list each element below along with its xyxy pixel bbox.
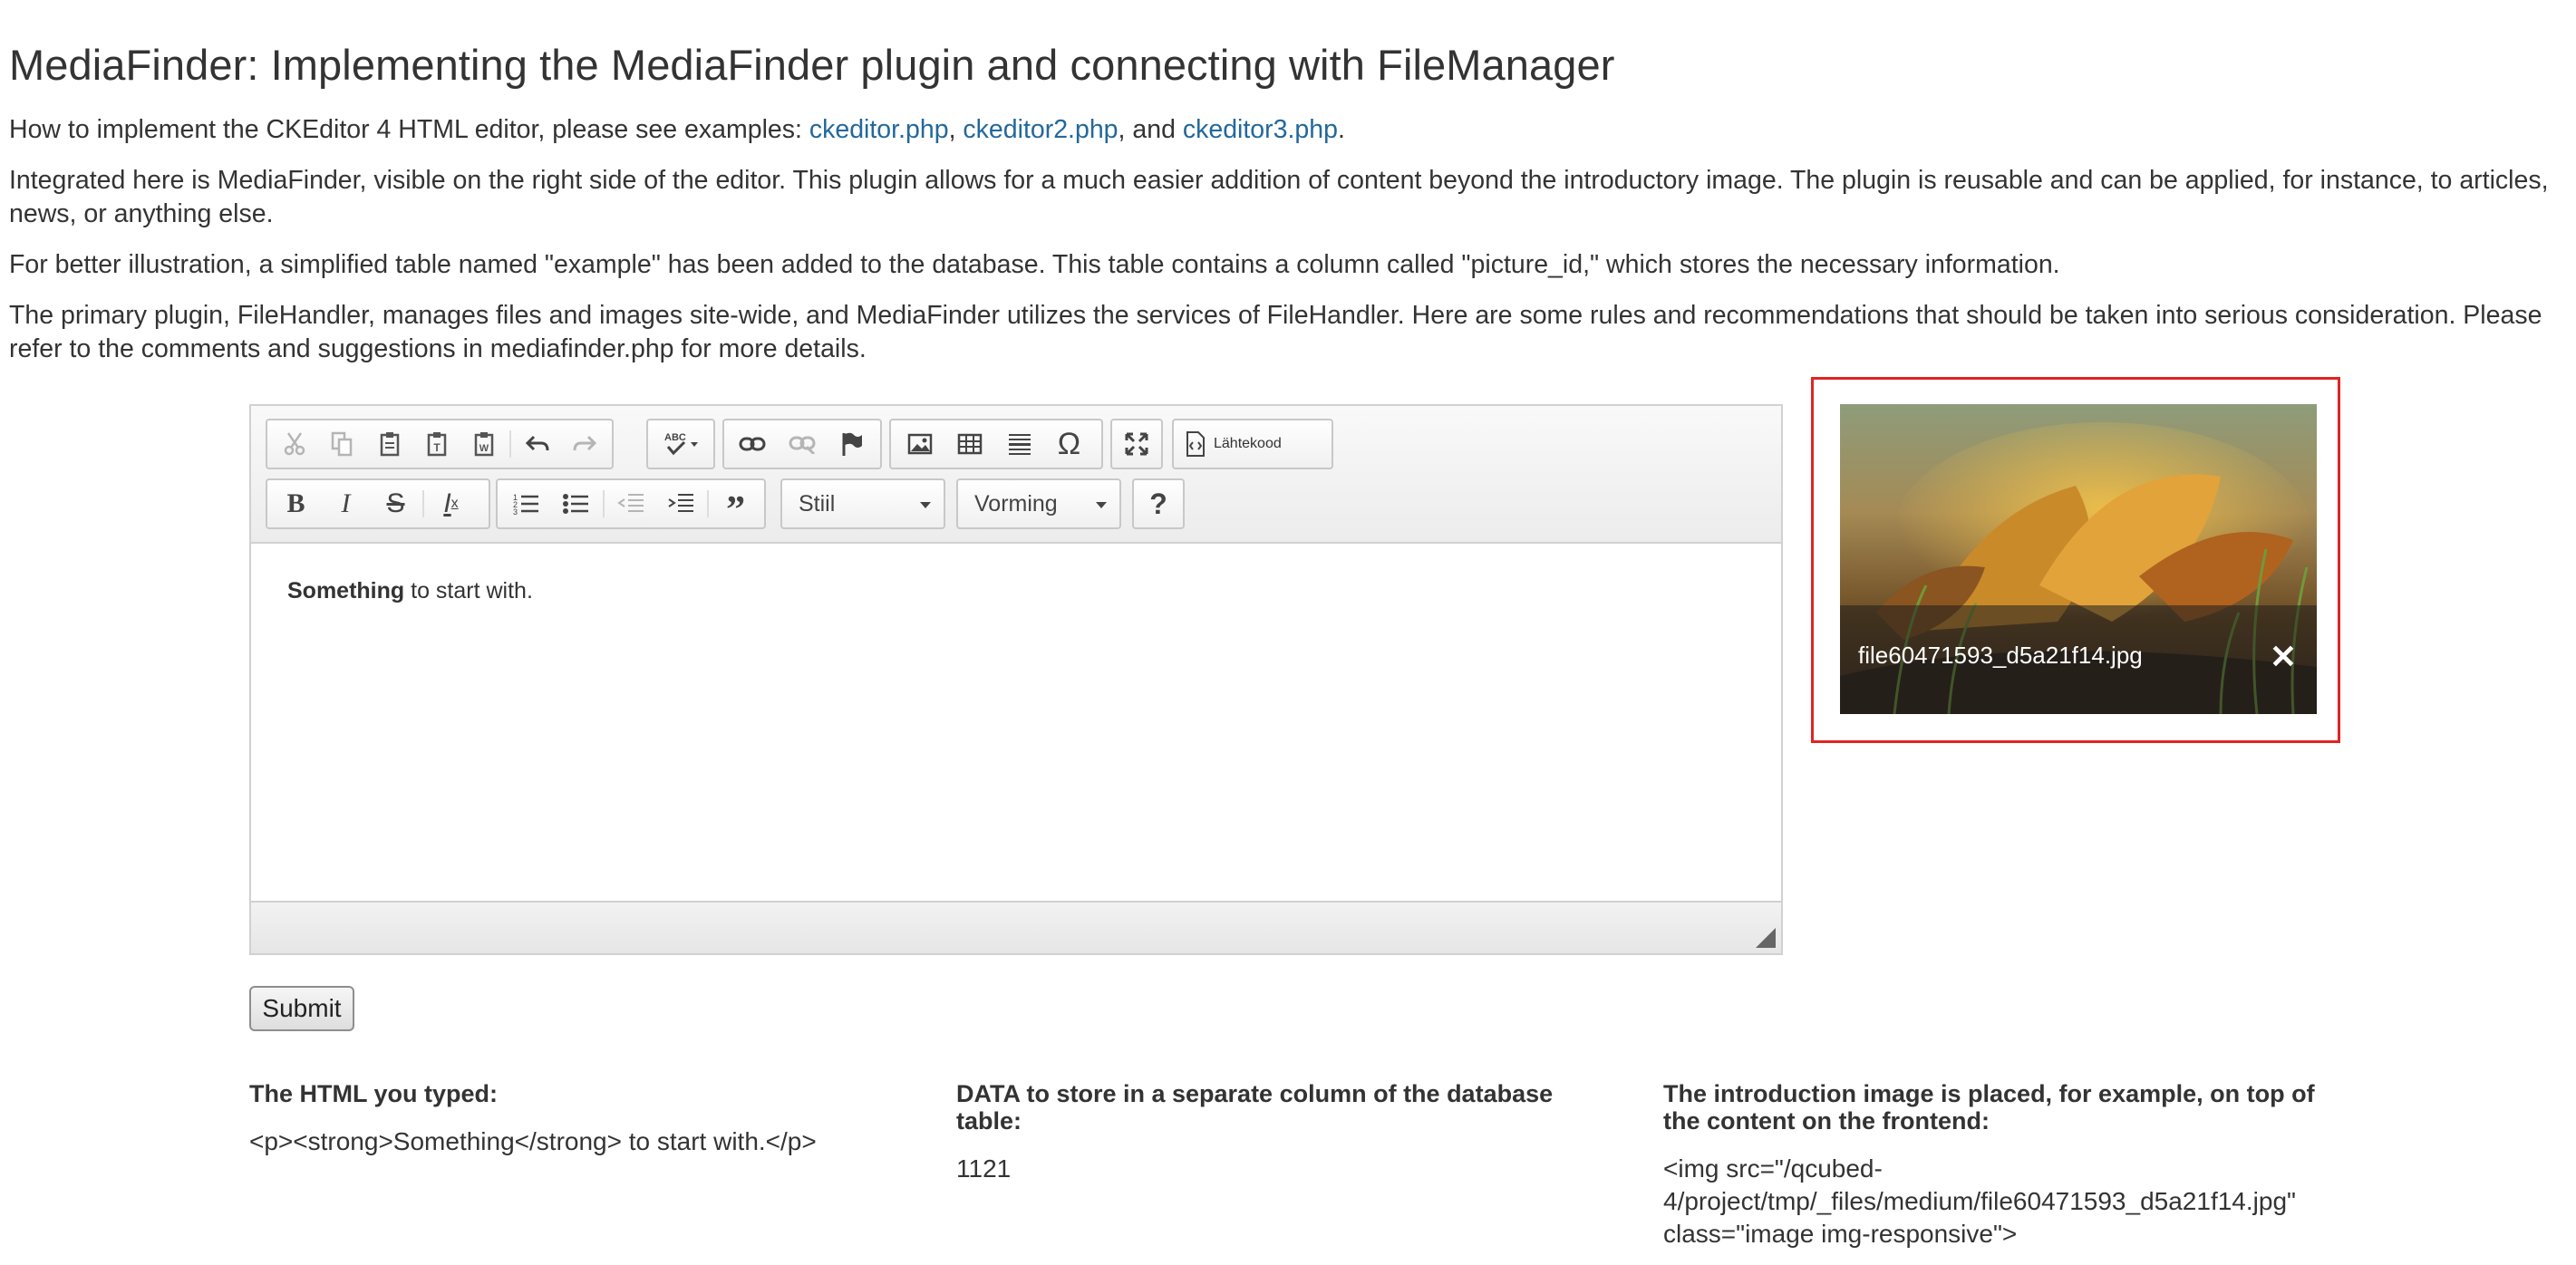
data-output-value: 1121 (956, 1154, 1012, 1183)
clipboard-group: T W (266, 419, 614, 469)
styles-label: Stiil (799, 490, 836, 517)
help-icon: ? (1149, 487, 1167, 520)
intro-paragraph-mediafinder: Integrated here is MediaFinder, visible … (9, 166, 2549, 228)
table-icon[interactable] (944, 422, 994, 466)
bold-icon[interactable]: B (271, 482, 321, 526)
styles-dropdown[interactable]: Stiil (780, 478, 945, 529)
spellcheck-group: ABC (646, 419, 715, 469)
editor-content-area[interactable]: Something to start with. (251, 542, 1781, 924)
undo-icon[interactable] (513, 422, 560, 466)
toolbar-separator (422, 490, 424, 517)
html-output-value: <p><strong>Something</strong> to start w… (249, 1127, 817, 1155)
maximize-group (1110, 419, 1163, 469)
intro-paragraph-table: For better illustration, a simplified ta… (9, 250, 2060, 279)
html-output-heading: The HTML you typed: (249, 1080, 498, 1107)
maximize-icon[interactable] (1114, 422, 1159, 466)
editor-toolbar: T W ABC Ω Lähtekood B I S I x 1 2 3 ” St… (251, 406, 1781, 544)
link-ckeditor3[interactable]: ckeditor3.php (1183, 115, 1338, 144)
svg-text:T: T (433, 441, 441, 454)
intro-paragraph-filehandler: The primary plugin, FileHandler, manages… (9, 301, 2542, 363)
basic-styles-group: B I S Ix (266, 478, 490, 529)
media-filename: file60471593_d5a21f14.jpg (1858, 642, 2143, 669)
toolbar-separator (707, 490, 710, 517)
data-output-column: DATA to store in a separate column of th… (956, 1080, 1609, 1185)
intro-image-output-heading: The introduction image is placed, for ex… (1663, 1080, 2315, 1135)
numbered-list-icon[interactable]: 123 (501, 482, 551, 526)
unlink-icon[interactable] (778, 422, 828, 466)
source-icon (1186, 431, 1205, 457)
chevron-down-icon (920, 502, 931, 508)
mediafinder-caption: file60471593_d5a21f14.jpg ✕ (1840, 605, 2317, 714)
ckeditor: T W ABC Ω Lähtekood B I S I x 1 2 3 ” St… (249, 404, 1783, 955)
outdent-icon[interactable] (606, 482, 656, 526)
cut-icon[interactable] (271, 422, 318, 466)
redo-icon[interactable] (561, 422, 608, 466)
separator: , and (1118, 115, 1183, 144)
format-label: Vorming (974, 490, 1058, 517)
bulleted-list-icon[interactable] (551, 482, 601, 526)
resize-handle-icon[interactable] (1756, 928, 1776, 948)
indent-icon[interactable] (655, 482, 705, 526)
svg-text:3: 3 (513, 507, 518, 516)
paste-icon[interactable] (366, 422, 413, 466)
editor-statusbar (251, 901, 1781, 953)
data-output-heading: DATA to store in a separate column of th… (956, 1080, 1554, 1135)
page-title: MediaFinder: Implementing the MediaFinde… (9, 41, 1615, 89)
italic-icon[interactable]: I (321, 482, 371, 526)
anchor-flag-icon[interactable] (827, 422, 876, 466)
format-dropdown[interactable]: Vorming (956, 478, 1121, 529)
close-icon[interactable]: ✕ (2270, 638, 2297, 676)
separator: , (948, 115, 964, 144)
period: . (1337, 115, 1345, 144)
image-icon[interactable] (895, 422, 944, 466)
insert-group: Ω (889, 419, 1103, 469)
svg-text:W: W (479, 443, 489, 454)
content-text: to start with. (404, 578, 533, 604)
intro-paragraph-examples: How to implement the CKEditor 4 HTML edi… (9, 113, 2556, 147)
copy-icon[interactable] (318, 422, 365, 466)
svg-text:ABC: ABC (664, 432, 686, 443)
blockquote-icon[interactable]: ” (711, 476, 760, 532)
content-bold-text: Something (287, 578, 405, 604)
submit-button[interactable]: Submit (249, 986, 354, 1031)
special-char-icon[interactable]: Ω (1044, 422, 1094, 466)
link-ckeditor2[interactable]: ckeditor2.php (963, 115, 1118, 144)
help-button[interactable]: ? (1132, 478, 1185, 529)
examples-prefix: How to implement the CKEditor 4 HTML edi… (9, 115, 809, 144)
paste-word-icon[interactable]: W (460, 422, 508, 466)
horizontal-line-icon[interactable] (994, 422, 1044, 466)
source-label: Lähtekood (1214, 436, 1282, 451)
paragraph-group: 123 ” (496, 476, 766, 532)
html-output-column: The HTML you typed: <p><strong>Something… (249, 1080, 920, 1158)
link-ckeditor[interactable]: ckeditor.php (809, 115, 949, 144)
toolbar-separator (509, 430, 512, 458)
intro-image-output-value: <img src="/qcubed-4/project/tmp/_files/m… (1663, 1154, 2296, 1248)
spellcheck-icon[interactable]: ABC (654, 422, 708, 466)
intro-image-output-column: The introduction image is placed, for ex… (1663, 1080, 2325, 1251)
source-button[interactable]: Lähtekood (1172, 419, 1333, 469)
toolbar-separator (602, 490, 605, 517)
remove-format-icon[interactable]: Ix (426, 482, 476, 526)
paste-text-icon[interactable]: T (413, 422, 460, 466)
links-group (722, 419, 882, 469)
chevron-down-icon (1096, 502, 1107, 508)
link-icon[interactable] (728, 422, 778, 466)
strike-icon[interactable]: S (371, 482, 421, 526)
mediafinder-card[interactable]: file60471593_d5a21f14.jpg ✕ (1840, 404, 2317, 714)
